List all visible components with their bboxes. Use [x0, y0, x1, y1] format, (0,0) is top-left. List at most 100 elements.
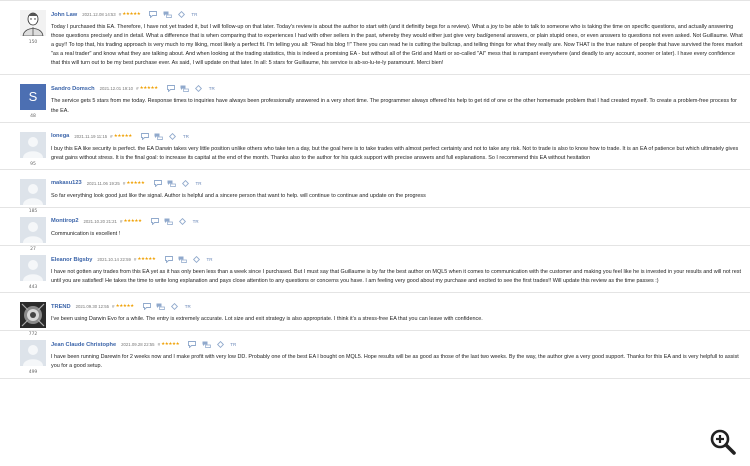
author-name[interactable]: Eleanor Bigsby [51, 257, 92, 263]
review-header: Ionega 2021.11.19 11:15 # ★★★★★ TR [51, 132, 744, 141]
comments-icon[interactable] [154, 132, 164, 141]
comment-bubble-icon[interactable] [164, 255, 174, 264]
translate-button[interactable]: TR [196, 181, 202, 186]
review-item: 150 John Law 2021.12.08 14:53 # ★★★★★ TR Today… [0, 1, 750, 76]
comments-icon[interactable] [167, 179, 177, 188]
avatar[interactable]: S [20, 84, 46, 111]
review-header: Jean Claude Christophe 2021.09.28 22:55 # ★… [51, 340, 744, 349]
comments-icon[interactable] [201, 340, 211, 349]
comments-icon[interactable] [156, 302, 166, 311]
author-info: 150 [20, 10, 46, 45]
review-header: John Law 2021.12.08 14:53 # ★★★★★ TR [51, 10, 744, 19]
translate-button[interactable]: TR [207, 257, 213, 262]
author-info: S 48 [20, 84, 46, 119]
translate-button[interactable]: TR [209, 86, 215, 91]
avatar-letter: S [28, 89, 38, 105]
review-text: Today I purchased this EA. Therefore, I … [51, 24, 743, 67]
review-header: makasu123 2021.11.06 19:25 # ★★★★★ TR [51, 179, 744, 188]
translate-button[interactable]: TR [193, 219, 199, 224]
translate-button[interactable]: TR [191, 12, 197, 17]
review-date: 2021.11.19 11:15 [74, 133, 108, 139]
author-info: 443 [20, 255, 46, 290]
review-text: I've been using Darwin Evo for a while. … [51, 316, 483, 323]
review-stars: ★★★★★ [139, 86, 159, 92]
review-text: Communication is excellent ! [51, 230, 121, 237]
review-date: 2021.12.08 14:53 [82, 12, 116, 17]
comment-bubble-icon[interactable] [187, 340, 197, 349]
author-name[interactable]: John Law [51, 12, 77, 18]
comments-icon[interactable] [178, 255, 188, 264]
comment-bubble-icon[interactable] [148, 10, 158, 19]
avatar[interactable] [20, 216, 46, 243]
review-hash: # [122, 180, 126, 186]
review-stars: ★★★★★ [137, 257, 156, 263]
review-item: 185 makasu123 2021.11.06 19:25 # ★★★★★ TR So f… [0, 170, 750, 214]
review-header: Montirop2 2021.10.20 21:21 # ★★★★★ TR [51, 217, 744, 226]
author-rating: 443 [28, 285, 38, 291]
avatar[interactable] [20, 302, 46, 329]
flag-icon[interactable] [170, 302, 180, 311]
review-item: 27 Montirop2 2021.10.20 21:21 # ★★★★★ TR Commu… [0, 208, 750, 252]
review-stars: ★★★★★ [115, 304, 135, 310]
author-rating: 150 [28, 40, 38, 45]
review-text: The service gets 5 stars from me today. … [51, 98, 737, 114]
flag-icon[interactable] [176, 10, 186, 19]
author-rating: 95 [30, 161, 36, 167]
comments-icon[interactable] [180, 84, 190, 93]
review-text: I buy this EA like security is perfect. … [51, 145, 739, 161]
author-info: 95 [20, 131, 46, 167]
review-hash: # [136, 86, 139, 92]
review-stars: ★★★★★ [123, 218, 142, 224]
flag-icon[interactable] [194, 84, 204, 93]
review-item: 499 Jean Claude Christophe 2021.09.28 22:5… [0, 331, 750, 379]
review-header: Sandro Domsch 2021.12.01 19:10 # ★★★★★ TR [51, 84, 744, 93]
author-name[interactable]: Jean Claude Christophe [51, 342, 116, 348]
comment-bubble-icon[interactable] [150, 217, 160, 226]
review-hash: # [157, 342, 161, 348]
flag-icon[interactable] [215, 340, 225, 349]
review-item: S 48 Sandro Domsch 2021.12.01 19:10 # ★★★★★ TR… [0, 75, 750, 123]
translate-button[interactable]: TR [185, 304, 191, 309]
flag-icon[interactable] [178, 217, 188, 226]
review-text: I have not gotten any trades from this E… [51, 269, 742, 285]
review-header: TREND 2021.09.30 12:55 # ★★★★★ TR [51, 302, 744, 311]
author-name[interactable]: TREND [51, 304, 71, 310]
comment-bubble-icon[interactable] [153, 179, 163, 188]
review-hash: # [119, 218, 123, 224]
author-name[interactable]: Ionega [51, 133, 69, 139]
review-hash: # [118, 12, 122, 17]
comments-icon[interactable] [162, 10, 172, 19]
review-hash: # [133, 257, 137, 263]
author-name[interactable]: Sandro Domsch [51, 86, 95, 92]
author-name[interactable]: Montirop2 [51, 218, 79, 224]
review-date: 2021.10.14 22:59 [97, 257, 131, 263]
avatar[interactable] [20, 340, 46, 367]
review-item: 443 Eleanor Bigsby 2021.10.14 22:59 # ★★★★★ T… [0, 246, 750, 294]
avatar[interactable] [20, 131, 46, 158]
flag-icon[interactable] [181, 179, 191, 188]
author-rating: 48 [30, 114, 36, 120]
review-header: Eleanor Bigsby 2021.10.14 22:59 # ★★★★★ TR [51, 255, 744, 264]
avatar[interactable] [20, 10, 46, 36]
avatar[interactable] [20, 255, 46, 282]
review-hash: # [110, 133, 113, 139]
comment-bubble-icon[interactable] [142, 302, 152, 311]
translate-button[interactable]: TR [230, 342, 236, 347]
flag-icon[interactable] [168, 132, 178, 141]
review-date: 2021.09.30 12:55 [75, 304, 110, 310]
translate-button[interactable]: TR [183, 134, 189, 139]
author-info: 499 [20, 340, 46, 375]
reviews-list: 150 John Law 2021.12.08 14:53 # ★★★★★ TR Today… [0, 0, 750, 466]
review-date: 2021.10.20 21:21 [83, 218, 117, 224]
review-date: 2021.09.28 22:55 [121, 342, 155, 348]
review-item: 772 TREND 2021.09.30 12:55 # ★★★★★ TR I've bee… [0, 293, 750, 337]
author-name[interactable]: makasu123 [51, 180, 82, 186]
review-text: I have been running Darewin for 2 weeks … [51, 354, 739, 370]
comment-bubble-icon[interactable] [166, 84, 176, 93]
comments-icon[interactable] [164, 217, 174, 226]
avatar[interactable] [20, 178, 46, 205]
zoom-in-icon[interactable] [706, 425, 740, 459]
author-rating: 499 [28, 370, 38, 376]
comment-bubble-icon[interactable] [140, 132, 150, 141]
flag-icon[interactable] [192, 255, 202, 264]
